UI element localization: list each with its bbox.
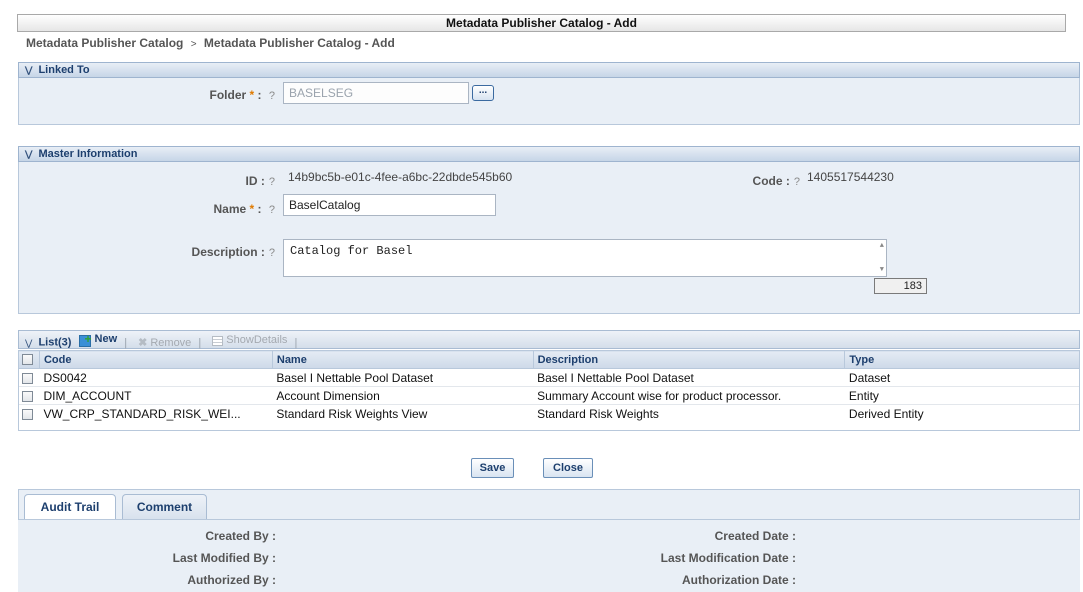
- remove-button[interactable]: ✖ Remove: [138, 335, 191, 352]
- id-value: 14b9bc5b-e01c-4fee-a6bc-22dbde545b60: [288, 170, 513, 184]
- cell-type: Entity: [844, 386, 1080, 405]
- folder-input[interactable]: BASELSEG: [283, 82, 469, 104]
- new-button[interactable]: New: [78, 331, 117, 348]
- cell-name: Account Dimension: [272, 386, 534, 405]
- cell-description: Basel I Nettable Pool Dataset: [533, 368, 845, 387]
- help-icon[interactable]: ?: [269, 204, 275, 216]
- required-mark: *: [249, 88, 255, 102]
- name-label: Name * : ?: [213, 202, 275, 216]
- list-toolbar: ⋁ List(3) New | ✖ Remove | ShowDetails |: [18, 330, 1080, 349]
- help-icon[interactable]: ?: [794, 176, 800, 188]
- linked-to-title: Linked To: [38, 64, 90, 76]
- breadcrumb-current: Metadata Publisher Catalog - Add: [203, 36, 395, 50]
- cell-code: DIM_ACCOUNT: [39, 386, 273, 405]
- breadcrumb-separator: >: [190, 39, 197, 50]
- code-label: Code :?: [752, 174, 800, 188]
- authorized-by-label: Authorized By :: [187, 573, 276, 587]
- help-icon[interactable]: ?: [269, 247, 275, 259]
- row-checkbox[interactable]: [21, 372, 33, 384]
- chevron-down-icon[interactable]: ⋁: [25, 149, 32, 159]
- show-details-icon: [212, 335, 224, 346]
- master-info-title: Master Information: [38, 148, 138, 160]
- column-header-description[interactable]: Description: [532, 350, 846, 369]
- breadcrumb-root[interactable]: Metadata Publisher Catalog: [26, 36, 183, 50]
- description-label: Description :?: [191, 245, 275, 259]
- tab-comment[interactable]: Comment: [122, 494, 207, 520]
- row-checkbox[interactable]: [21, 390, 33, 402]
- scroll-up-icon[interactable]: ▲: [880, 242, 884, 250]
- required-mark: *: [249, 202, 255, 216]
- list-table: Code Name Description Type DS0042 Basel …: [18, 350, 1080, 423]
- new-icon: [78, 331, 93, 348]
- description-textarea[interactable]: Catalog for Basel ▲ ▼: [283, 239, 887, 277]
- cell-code: VW_CRP_STANDARD_RISK_WEI...: [39, 404, 273, 423]
- breadcrumb: Metadata Publisher Catalog > Metadata Pu…: [26, 35, 395, 51]
- remove-icon: ✖: [138, 336, 148, 349]
- show-details-button[interactable]: ShowDetails: [212, 332, 287, 349]
- table-row[interactable]: DIM_ACCOUNT Account Dimension Summary Ac…: [18, 386, 1080, 405]
- column-header-type[interactable]: Type: [844, 350, 1080, 369]
- authorization-date-label: Authorization Date :: [682, 573, 796, 587]
- folder-browse-button[interactable]: ...: [472, 85, 494, 101]
- cell-code: DS0042: [39, 368, 273, 387]
- folder-label: Folder * : ?: [209, 88, 276, 102]
- char-counter: 183: [874, 278, 927, 294]
- name-input[interactable]: BaselCatalog: [283, 194, 496, 216]
- created-date-label: Created Date :: [714, 529, 796, 543]
- created-by-label: Created By :: [205, 529, 276, 543]
- list-title: List(3): [38, 336, 72, 349]
- linked-to-header[interactable]: ⋁ Linked To: [18, 62, 1080, 78]
- column-header-name[interactable]: Name: [271, 350, 534, 369]
- close-button[interactable]: Close: [543, 458, 593, 478]
- column-header-code[interactable]: Code: [38, 350, 273, 369]
- row-checkbox[interactable]: [21, 409, 33, 421]
- cell-name: Standard Risk Weights View: [272, 404, 534, 423]
- id-label: ID :?: [245, 174, 275, 188]
- table-row[interactable]: DS0042 Basel I Nettable Pool Dataset Bas…: [18, 368, 1080, 387]
- help-icon[interactable]: ?: [269, 176, 275, 188]
- window-title: Metadata Publisher Catalog - Add: [17, 14, 1066, 32]
- last-modification-date-label: Last Modification Date :: [660, 551, 796, 565]
- save-button[interactable]: Save: [471, 458, 514, 478]
- select-all-checkbox[interactable]: [22, 354, 33, 366]
- chevron-down-icon[interactable]: ⋁: [25, 65, 32, 75]
- table-row[interactable]: VW_CRP_STANDARD_RISK_WEI... Standard Ris…: [18, 404, 1080, 423]
- cell-description: Standard Risk Weights: [533, 404, 845, 423]
- code-value: 1405517544230: [807, 170, 894, 184]
- chevron-down-icon[interactable]: ⋁: [25, 338, 32, 348]
- cell-name: Basel I Nettable Pool Dataset: [272, 368, 534, 387]
- cell-type: Dataset: [844, 368, 1080, 387]
- last-modified-by-label: Last Modified By :: [172, 551, 276, 565]
- cell-description: Summary Account wise for product process…: [533, 386, 845, 405]
- scroll-down-icon[interactable]: ▼: [880, 266, 884, 274]
- tab-audit-trail[interactable]: Audit Trail: [24, 494, 116, 520]
- master-info-header[interactable]: ⋁ Master Information: [18, 146, 1080, 162]
- help-icon[interactable]: ?: [269, 90, 275, 102]
- cell-type: Derived Entity: [844, 404, 1080, 423]
